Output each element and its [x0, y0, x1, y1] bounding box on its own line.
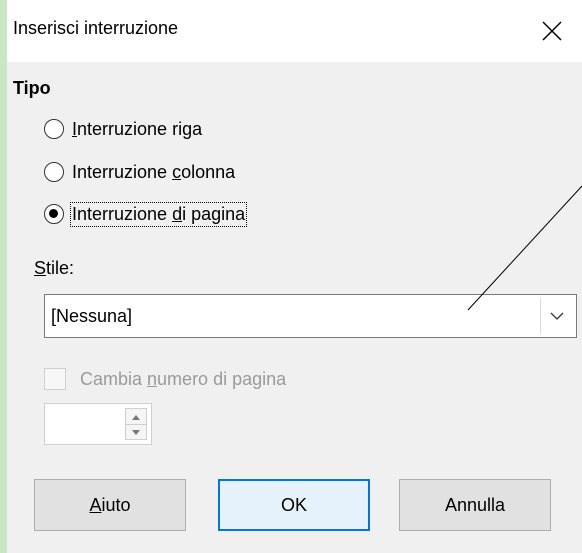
stile-dropdown[interactable]: [Nessuna] [44, 294, 577, 338]
help-button[interactable]: Aiuto [34, 479, 186, 531]
radio-interruzione-colonna[interactable]: Interruzione colonna [44, 159, 235, 185]
radio-interruzione-riga[interactable]: Interruzione riga [44, 116, 202, 142]
radio-button-riga[interactable] [44, 119, 64, 139]
spin-up-icon [132, 414, 140, 420]
close-button[interactable] [522, 0, 582, 62]
cambia-numero-pagina-label: Cambia numero di pagina [80, 368, 287, 389]
radio-label-pagina: Interruzione di pagina [69, 201, 248, 227]
dropdown-toggle[interactable] [540, 298, 573, 334]
cancel-button[interactable]: Annulla [399, 479, 551, 531]
cambia-numero-pagina-option[interactable]: Cambia numero di pagina [44, 365, 286, 393]
help-button-label: Aiuto [89, 494, 131, 515]
ok-button[interactable]: OK [218, 479, 370, 531]
title-bar: Inserisci interruzione [7, 0, 582, 62]
page-number-spinbox[interactable] [44, 403, 152, 445]
radio-label-riga: Interruzione riga [72, 118, 203, 139]
stile-selected-value: [Nessuna] [51, 306, 133, 326]
radio-button-colonna[interactable] [44, 162, 64, 182]
stile-label: Stile: [34, 258, 75, 278]
spin-up-button[interactable] [126, 409, 146, 425]
radio-button-pagina[interactable] [44, 204, 64, 224]
spin-down-button[interactable] [126, 425, 146, 440]
radio-interruzione-pagina[interactable]: Interruzione di pagina [44, 201, 248, 227]
spin-buttons[interactable] [125, 408, 147, 440]
ok-button-label: OK [280, 494, 307, 515]
cambia-numero-pagina-checkbox[interactable] [44, 368, 66, 390]
spin-down-icon [132, 429, 140, 435]
tipo-group-title: Tipo [13, 78, 51, 98]
radio-label-colonna: Interruzione colonna [72, 161, 236, 182]
cancel-button-label: Annulla [444, 494, 506, 515]
close-icon [542, 21, 562, 41]
dialog-title: Inserisci interruzione [13, 18, 179, 38]
chevron-down-icon [550, 312, 564, 320]
window-left-edge [0, 0, 7, 553]
